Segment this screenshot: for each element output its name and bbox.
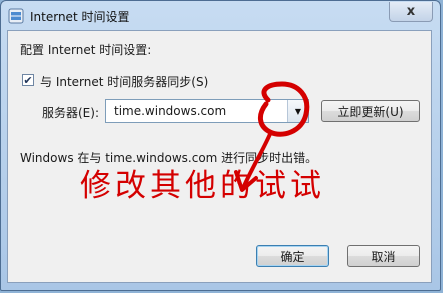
annotation-circle [258,81,310,137]
annotation-overlay [234,81,310,192]
annotation-text: 修改其他的试试 [80,168,325,204]
